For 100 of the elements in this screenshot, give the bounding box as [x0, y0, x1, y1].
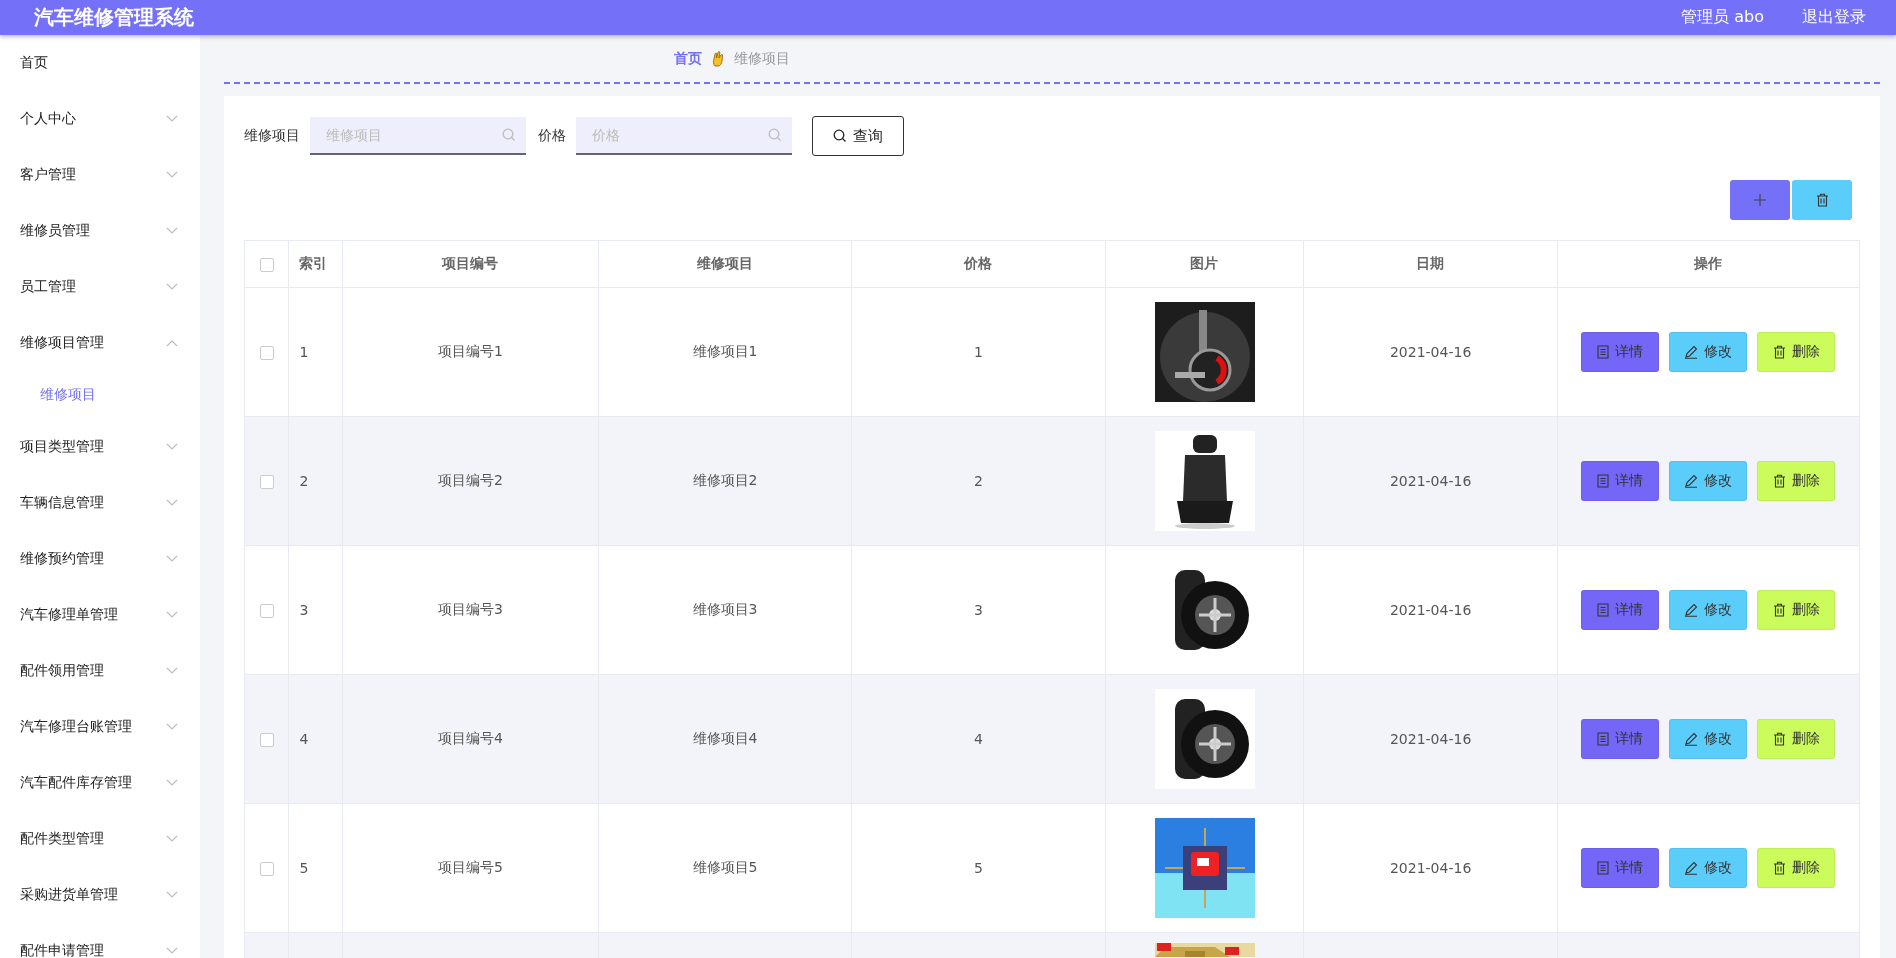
- search-input[interactable]: 维修项目: [324, 126, 502, 144]
- chevron-down-icon: [166, 171, 178, 179]
- chevron-down-icon: [166, 835, 178, 843]
- chevron-down-icon: [166, 947, 178, 955]
- document-icon: [1597, 474, 1610, 488]
- chevron-down-icon: [166, 499, 178, 507]
- row-checkbox[interactable]: [259, 733, 274, 747]
- table-cell: 2021-04-16: [1389, 860, 1472, 876]
- sidebar-subitem[interactable]: 维修项目: [0, 371, 200, 419]
- sidebar-item[interactable]: 配件类型管理: [0, 811, 200, 867]
- document-icon: [1597, 732, 1610, 746]
- table-cell: 2021-04-16: [1389, 731, 1472, 747]
- sidebar-item[interactable]: 车辆信息管理: [0, 475, 200, 531]
- sidebar-item[interactable]: 员工管理: [0, 259, 200, 315]
- row-checkbox[interactable]: [259, 862, 274, 876]
- table-cell: 5: [299, 860, 309, 876]
- row-checkbox[interactable]: [259, 475, 274, 489]
- table-cell: 2: [974, 473, 983, 489]
- column-header: 价格: [851, 240, 1106, 288]
- column-header: 操作: [1557, 240, 1860, 288]
- trash-icon: [1772, 603, 1786, 617]
- column-header: 维修项目: [598, 240, 852, 288]
- breadcrumb-link[interactable]: 首页: [674, 49, 702, 68]
- sidebar-item[interactable]: 汽车修理单管理: [0, 587, 200, 643]
- column-header: 日期: [1303, 240, 1558, 288]
- chevron-down-icon: [166, 667, 178, 675]
- table-cell: 3: [974, 602, 983, 618]
- table-cell: 3: [299, 602, 309, 618]
- chevron-down-icon: [166, 611, 178, 619]
- sidebar-item[interactable]: 首页: [0, 35, 200, 91]
- action-button[interactable]: 删除: [1757, 461, 1836, 501]
- action-button[interactable]: 修改: [1669, 332, 1748, 372]
- sidebar-item[interactable]: 维修项目管理: [0, 315, 200, 371]
- table-cell: 2021-04-16: [1389, 473, 1472, 489]
- sidebar-item[interactable]: 维修预约管理: [0, 531, 200, 587]
- action-button[interactable]: 修改: [1669, 719, 1748, 759]
- sidebar-item[interactable]: 维修员管理: [0, 203, 200, 259]
- sidebar-item[interactable]: 项目类型管理: [0, 419, 200, 475]
- document-icon: [1597, 345, 1610, 359]
- search-field[interactable]: 维修项目: [310, 117, 526, 155]
- table-cell: 2: [299, 473, 309, 489]
- chevron-down-icon: [166, 443, 178, 451]
- action-button[interactable]: 修改: [1669, 590, 1748, 630]
- table-cell: 维修项目3: [692, 601, 758, 617]
- delete-button[interactable]: [1792, 180, 1852, 220]
- table-cell: 维修项目4: [692, 730, 758, 746]
- sidebar-item[interactable]: 采购进货单管理: [0, 867, 200, 923]
- sidebar-item[interactable]: 配件申请管理: [0, 923, 200, 958]
- field-label: 维修项目: [244, 127, 300, 145]
- hand-icon: [712, 50, 724, 67]
- search-field[interactable]: 价格: [576, 117, 792, 155]
- table-cell: 4: [299, 731, 309, 747]
- select-all-checkbox[interactable]: [259, 258, 274, 272]
- table-cell: 项目编号4: [438, 730, 503, 746]
- table-cell: 1: [974, 344, 983, 360]
- table-cell: 5: [974, 860, 983, 876]
- document-icon: [1597, 603, 1610, 617]
- action-button[interactable]: 修改: [1669, 461, 1748, 501]
- chevron-down-icon: [166, 555, 178, 563]
- pencil-icon: [1684, 603, 1699, 617]
- search-input[interactable]: 价格: [590, 126, 768, 144]
- logout-link[interactable]: 退出登录: [1802, 7, 1866, 28]
- table-cell: 1: [299, 344, 309, 360]
- search-icon: [502, 128, 516, 142]
- sidebar-item[interactable]: 汽车修理台账管理: [0, 699, 200, 755]
- action-button[interactable]: 修改: [1669, 848, 1748, 888]
- table-cell: 维修项目5: [692, 859, 758, 875]
- sidebar-item[interactable]: 个人中心: [0, 91, 200, 147]
- chevron-down-icon: [166, 891, 178, 899]
- sidebar-item[interactable]: 汽车配件库存管理: [0, 755, 200, 811]
- action-button[interactable]: 删除: [1757, 332, 1836, 372]
- table-cell: 维修项目2: [692, 472, 758, 488]
- table-cell: 4: [974, 731, 983, 747]
- row-checkbox[interactable]: [259, 604, 274, 618]
- trash-icon: [1772, 345, 1786, 359]
- table-cell: 项目编号1: [438, 343, 503, 359]
- action-button[interactable]: 删除: [1757, 848, 1836, 888]
- pencil-icon: [1684, 345, 1699, 359]
- column-header: 索引: [289, 240, 343, 288]
- sidebar-item[interactable]: 配件领用管理: [0, 643, 200, 699]
- trash-icon: [1772, 732, 1786, 746]
- row-checkbox[interactable]: [259, 346, 274, 360]
- trash-icon: [1772, 861, 1786, 875]
- action-button[interactable]: 删除: [1757, 719, 1836, 759]
- sidebar-item[interactable]: 客户管理: [0, 147, 200, 203]
- pencil-icon: [1684, 474, 1699, 488]
- trash-icon: [1815, 193, 1829, 207]
- search-icon: [768, 128, 782, 142]
- search-icon: [833, 129, 847, 143]
- app-title: 汽车维修管理系统: [34, 4, 195, 31]
- table-cell: 项目编号2: [438, 472, 503, 488]
- table-cell: 项目编号5: [438, 859, 503, 875]
- query-button[interactable]: 查询: [812, 116, 904, 156]
- pencil-icon: [1684, 861, 1699, 875]
- column-header: 项目编号: [342, 240, 599, 288]
- user-name: 管理员 abo: [1681, 7, 1764, 28]
- chevron-down-icon: [166, 227, 178, 235]
- action-button[interactable]: 删除: [1757, 590, 1836, 630]
- trash-icon: [1772, 474, 1786, 488]
- table-cell: 2021-04-16: [1389, 344, 1472, 360]
